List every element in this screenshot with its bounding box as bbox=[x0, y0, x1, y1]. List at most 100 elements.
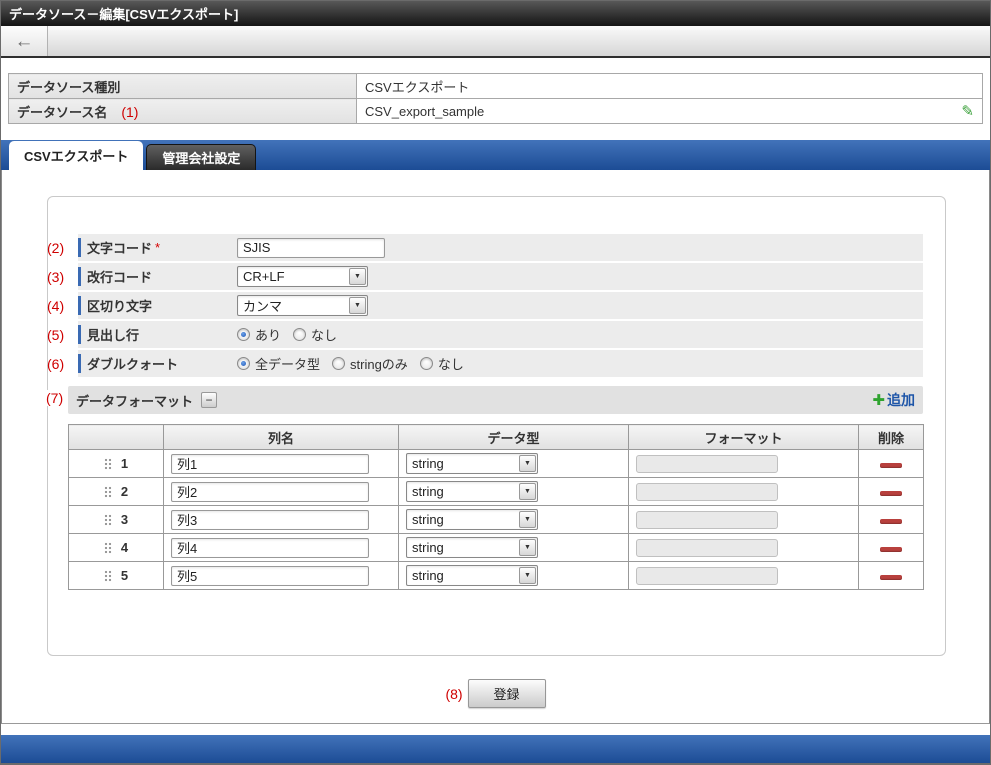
data-type-select[interactable]: string ▼ bbox=[406, 537, 538, 558]
annotation-6: (6) bbox=[47, 355, 65, 372]
col-header-delete: 削除 bbox=[858, 424, 924, 450]
datasource-name-label-cell: データソース名 (1) bbox=[8, 98, 357, 124]
column-name-input[interactable] bbox=[171, 565, 369, 586]
datasource-name-label: データソース名 bbox=[17, 104, 108, 120]
table-row: 5 string ▼ bbox=[68, 561, 924, 590]
title-bar: データソース－編集[CSVエクスポート] bbox=[1, 1, 990, 26]
newline-select[interactable]: CR+LF ▼ bbox=[237, 266, 368, 287]
row-index-cell: 2 bbox=[68, 477, 164, 506]
field-row-header-line: (5) 見出し行 あり なし bbox=[47, 321, 923, 348]
delete-row-button[interactable] bbox=[880, 575, 902, 580]
column-name-input[interactable] bbox=[171, 537, 369, 558]
form-panel: (2) 文字コード * (3) 改行コード bbox=[46, 196, 946, 656]
drag-handle-icon[interactable] bbox=[103, 541, 112, 554]
field-row-delimiter: (4) 区切り文字 カンマ ▼ bbox=[47, 292, 923, 319]
field-row-charcode: (2) 文字コード * bbox=[47, 234, 923, 261]
col-header-column-name: 列名 bbox=[163, 424, 399, 450]
annotation-3: (3) bbox=[47, 268, 65, 285]
tab-admin-company-settings[interactable]: 管理会社設定 bbox=[146, 144, 257, 170]
column-name-input[interactable] bbox=[171, 481, 369, 502]
table-row: データソース名 (1) CSV_export_sample ✎ bbox=[8, 98, 983, 124]
charcode-input[interactable] bbox=[237, 237, 385, 258]
annotation-8: (8) bbox=[445, 685, 463, 702]
back-button[interactable]: ← bbox=[1, 26, 48, 56]
table-row: データソース種別 CSVエクスポート bbox=[8, 73, 983, 99]
delete-row-button[interactable] bbox=[880, 463, 902, 468]
drag-handle-icon[interactable] bbox=[103, 513, 112, 526]
delimiter-selected-value: カンマ bbox=[243, 299, 283, 314]
tab-bar: CSVエクスポート 管理会社設定 bbox=[1, 140, 990, 170]
datasource-type-value: CSVエクスポート bbox=[365, 79, 470, 95]
format-input-disabled bbox=[636, 510, 778, 529]
header-line-radio-ari[interactable]: あり bbox=[237, 325, 281, 344]
dropdown-arrow-icon: ▼ bbox=[519, 455, 536, 472]
row-index-cell: 5 bbox=[68, 561, 164, 590]
row-number: 4 bbox=[120, 540, 129, 555]
field-row-double-quote: (6) ダブルクォート 全データ型 stringのみ なし bbox=[47, 350, 923, 377]
add-row-button[interactable]: ✚ 追加 bbox=[872, 390, 915, 410]
data-type-select[interactable]: string ▼ bbox=[406, 565, 538, 586]
dropdown-arrow-icon: ▼ bbox=[519, 511, 536, 528]
dropdown-arrow-icon: ▼ bbox=[519, 483, 536, 500]
row-index-cell: 3 bbox=[68, 505, 164, 534]
row-number: 1 bbox=[120, 456, 129, 471]
format-table: 列名 データ型 フォーマット 削除 1 strin bbox=[68, 424, 924, 590]
radio-unselected-icon bbox=[293, 328, 307, 341]
drag-handle-icon[interactable] bbox=[103, 569, 112, 582]
header-line-radio-nashi[interactable]: なし bbox=[293, 325, 337, 344]
tab-label: 管理会社設定 bbox=[162, 151, 241, 166]
radio-unselected-icon bbox=[419, 357, 433, 370]
column-name-input[interactable] bbox=[171, 509, 369, 530]
annotation-2: (2) bbox=[47, 239, 65, 256]
datasource-type-label: データソース種別 bbox=[17, 79, 121, 95]
add-row-label: 追加 bbox=[887, 392, 915, 408]
annotation-4: (4) bbox=[47, 297, 65, 314]
datasource-type-value-cell: CSVエクスポート bbox=[356, 73, 983, 99]
row-index-cell: 1 bbox=[68, 449, 164, 478]
delete-row-button[interactable] bbox=[880, 547, 902, 552]
double-quote-radio-all-types[interactable]: 全データ型 bbox=[237, 354, 320, 373]
dropdown-arrow-icon: ▼ bbox=[519, 567, 536, 584]
data-type-select[interactable]: string ▼ bbox=[406, 481, 538, 502]
row-index-cell: 4 bbox=[68, 533, 164, 562]
edit-pencil-icon[interactable]: ✎ bbox=[961, 104, 974, 119]
footer-bar bbox=[1, 735, 990, 763]
dropdown-arrow-icon: ▼ bbox=[349, 268, 366, 285]
tab-content: (2) 文字コード * (3) 改行コード bbox=[1, 170, 990, 724]
newline-selected-value: CR+LF bbox=[243, 269, 285, 284]
delimiter-label: 区切り文字 bbox=[78, 292, 237, 319]
submit-area: (8) 登録 bbox=[2, 679, 989, 708]
field-row-newline: (3) 改行コード CR+LF ▼ bbox=[47, 263, 923, 290]
drag-handle-icon[interactable] bbox=[103, 485, 112, 498]
collapse-button[interactable]: − bbox=[201, 392, 218, 408]
delimiter-select[interactable]: カンマ ▼ bbox=[237, 295, 368, 316]
double-quote-radio-string-only[interactable]: stringのみ bbox=[332, 354, 408, 373]
dropdown-arrow-icon: ▼ bbox=[519, 539, 536, 556]
data-type-select[interactable]: string ▼ bbox=[406, 453, 538, 474]
data-format-title: データフォーマット bbox=[76, 393, 194, 409]
table-row: 1 string ▼ bbox=[68, 449, 924, 478]
data-type-select[interactable]: string ▼ bbox=[406, 509, 538, 530]
double-quote-radio-none[interactable]: なし bbox=[419, 354, 464, 373]
tab-csv-export[interactable]: CSVエクスポート bbox=[9, 141, 144, 170]
row-number: 2 bbox=[120, 484, 129, 499]
delete-row-button[interactable] bbox=[880, 519, 902, 524]
format-input-disabled bbox=[636, 454, 778, 473]
register-button[interactable]: 登録 bbox=[467, 679, 546, 708]
charcode-label: 文字コード * bbox=[78, 234, 237, 261]
column-name-input[interactable] bbox=[171, 453, 369, 474]
table-row: 2 string ▼ bbox=[68, 477, 924, 506]
row-number: 3 bbox=[120, 512, 129, 527]
annotation-1: (1) bbox=[121, 103, 139, 120]
header-line-label: 見出し行 bbox=[78, 321, 237, 348]
page-title: データソース－編集[CSVエクスポート] bbox=[9, 7, 239, 22]
format-input-disabled bbox=[636, 566, 778, 585]
back-arrow-icon: ← bbox=[14, 30, 34, 52]
delete-row-button[interactable] bbox=[880, 491, 902, 496]
table-row: 4 string ▼ bbox=[68, 533, 924, 562]
col-header-data-type: データ型 bbox=[398, 424, 629, 450]
format-table-header-row: 列名 データ型 フォーマット 削除 bbox=[68, 424, 924, 450]
drag-handle-icon[interactable] bbox=[103, 457, 112, 470]
col-header-format: フォーマット bbox=[628, 424, 859, 450]
app-window: データソース－編集[CSVエクスポート] ← データソース種別 CSVエクスポー… bbox=[0, 0, 991, 765]
